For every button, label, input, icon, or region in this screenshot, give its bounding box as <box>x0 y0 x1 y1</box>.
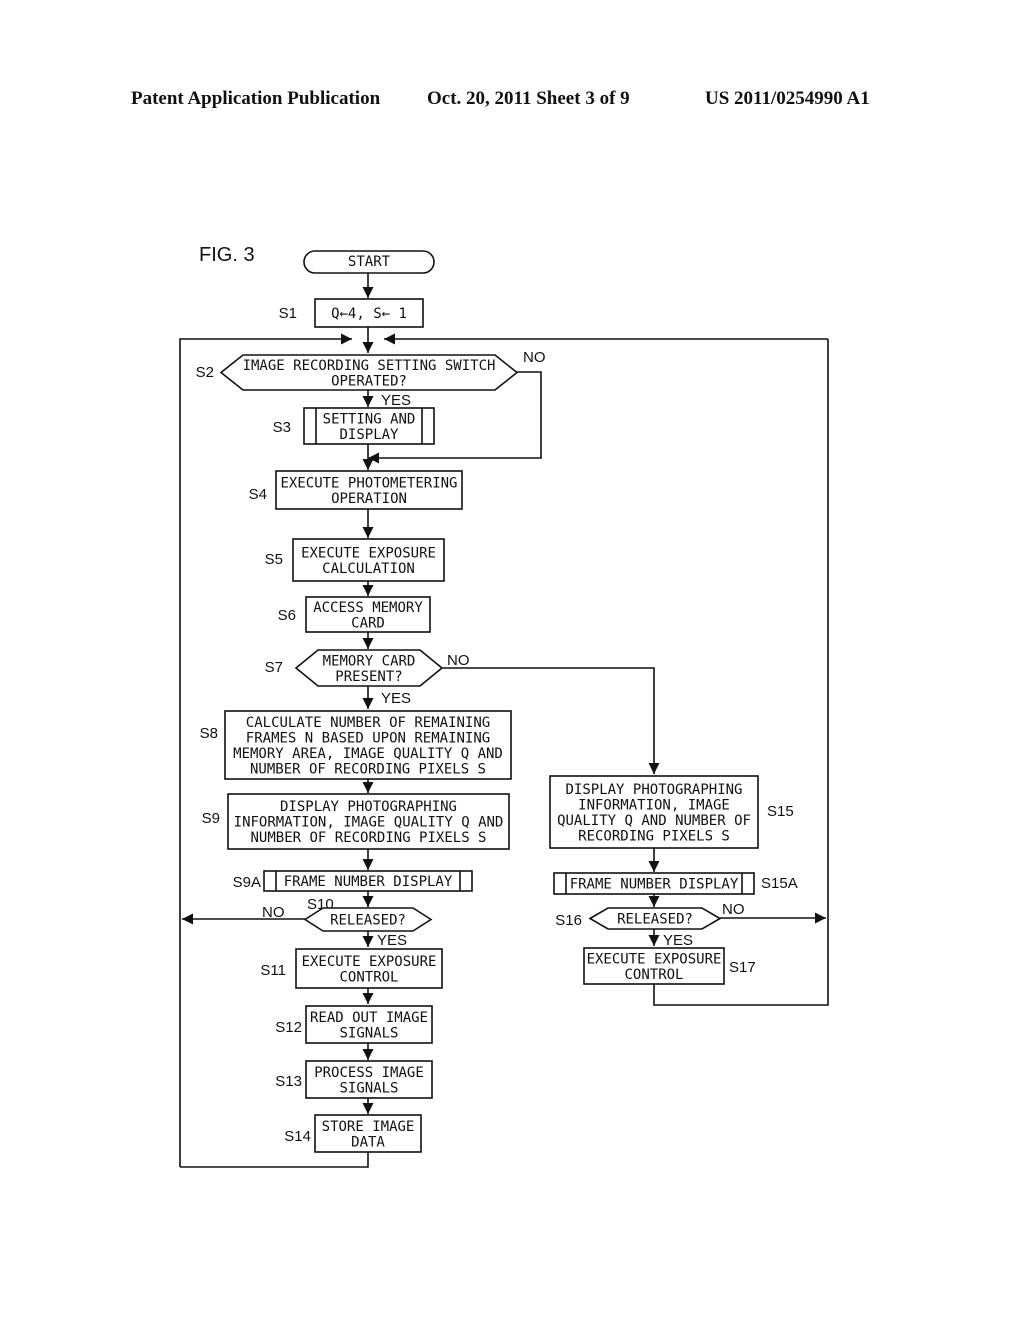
step-label-s9a: S9A <box>233 874 261 891</box>
step-s11-text: CONTROL <box>339 969 398 985</box>
step-s17-text: EXECUTE EXPOSURE <box>587 951 722 967</box>
step-label-s15a: S15A <box>761 875 798 892</box>
step-s13-text: SIGNALS <box>339 1080 398 1096</box>
step-label-s6: S6 <box>278 607 296 624</box>
yes-label-s7: YES <box>381 690 411 707</box>
no-label-s7: NO <box>447 652 470 669</box>
yes-label-s10: YES <box>377 932 407 949</box>
no-label-s16: NO <box>722 901 745 918</box>
step-label-s8: S8 <box>200 725 218 742</box>
step-s3-text: DISPLAY <box>339 427 399 443</box>
step-s11-text: EXECUTE EXPOSURE <box>302 954 437 970</box>
step-s15-text: RECORDING PIXELS S <box>578 828 730 844</box>
no-label-s10: NO <box>262 904 285 921</box>
step-s1-text: Q←4, S← 1 <box>331 306 407 322</box>
step-s9-text: INFORMATION, IMAGE QUALITY Q AND <box>234 815 504 831</box>
step-s8-text: NUMBER OF RECORDING PIXELS S <box>250 761 486 777</box>
start-text: START <box>348 254 391 270</box>
step-s14-text: STORE IMAGE <box>322 1119 415 1135</box>
decision-s2-text: IMAGE RECORDING SETTING SWITCH <box>243 358 496 374</box>
step-s8-text: FRAMES N BASED UPON REMAINING <box>246 730 490 746</box>
step-s9-text: DISPLAY PHOTOGRAPHING <box>280 799 457 815</box>
step-label-s11: S11 <box>260 962 286 979</box>
step-s12-text: SIGNALS <box>339 1025 398 1041</box>
step-s5-text: EXECUTE EXPOSURE <box>301 545 436 561</box>
step-s5-text: CALCULATION <box>322 561 415 577</box>
step-label-s4: S4 <box>249 486 267 503</box>
step-s15-text: INFORMATION, IMAGE <box>578 797 730 813</box>
step-s9-text: NUMBER OF RECORDING PIXELS S <box>250 830 486 846</box>
s14-return <box>180 1152 369 1168</box>
step-s15a-text: FRAME NUMBER DISPLAY <box>570 877 739 893</box>
step-s3-text: SETTING AND <box>323 411 416 427</box>
step-label-s7: S7 <box>265 659 283 676</box>
step-label-s9: S9 <box>202 810 220 827</box>
step-label-s1: S1 <box>279 305 297 322</box>
step-label-s16: S16 <box>555 912 582 929</box>
decision-s7-text: MEMORY CARD <box>323 653 416 669</box>
step-s12-text: READ OUT IMAGE <box>310 1010 428 1026</box>
step-s4-text: OPERATION <box>331 491 407 507</box>
step-label-s17: S17 <box>729 959 756 976</box>
decision-s7-text: PRESENT? <box>335 669 402 685</box>
yes-label-s2: YES <box>381 392 411 409</box>
step-label-s15: S15 <box>767 803 794 820</box>
step-s9a-text: FRAME NUMBER DISPLAY <box>284 874 453 890</box>
step-s8-text: CALCULATE NUMBER OF REMAINING <box>246 715 490 731</box>
step-s15-text: QUALITY Q AND NUMBER OF <box>557 813 751 829</box>
decision-s16-text: RELEASED? <box>617 912 693 928</box>
step-s8-text: MEMORY AREA, IMAGE QUALITY Q AND <box>233 746 503 762</box>
step-s13-text: PROCESS IMAGE <box>314 1065 424 1081</box>
figure-label: FIG. 3 <box>199 244 255 266</box>
step-s15-text: DISPLAY PHOTOGRAPHING <box>565 782 742 798</box>
step-s6-text: CARD <box>351 615 385 631</box>
step-s17-text: CONTROL <box>624 967 683 983</box>
step-label-s5: S5 <box>265 551 283 568</box>
yes-label-s16: YES <box>663 932 693 949</box>
step-label-s2: S2 <box>196 364 214 381</box>
flowchart: FIG. 3 START Q←4, S← 1 S1 IMAGE RECORDING SE… <box>179 244 829 1168</box>
step-s4-text: EXECUTE PHOTOMETERING <box>280 475 457 491</box>
decision-s10-text: RELEASED? <box>330 913 406 929</box>
step-label-s12: S12 <box>275 1019 302 1036</box>
step-label-s14: S14 <box>284 1128 311 1145</box>
step-s14-text: DATA <box>351 1134 385 1150</box>
step-label-s3: S3 <box>273 419 291 436</box>
step-label-s13: S13 <box>275 1073 302 1090</box>
step-s6-text: ACCESS MEMORY <box>313 600 423 616</box>
decision-s2-text: OPERATED? <box>331 373 407 389</box>
no-label-s2: NO <box>523 349 546 366</box>
